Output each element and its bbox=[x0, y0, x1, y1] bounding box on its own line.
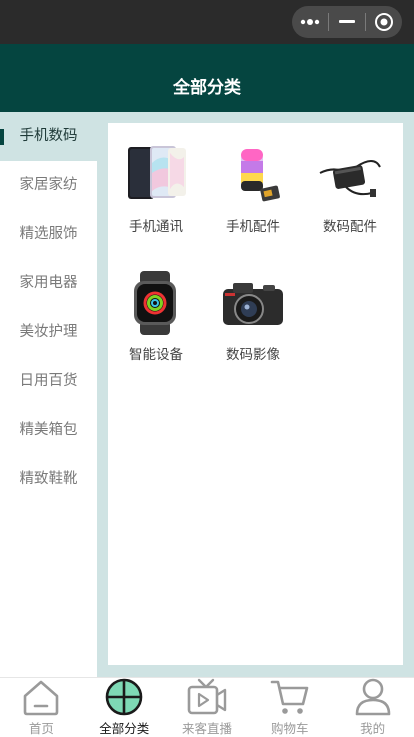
live-video-icon bbox=[187, 678, 227, 715]
power-adapter-image bbox=[319, 160, 381, 197]
page-title: 全部分类 bbox=[173, 78, 241, 98]
subcategory-digital-accessories[interactable]: 数码配件 bbox=[302, 123, 398, 241]
smartwatch-image bbox=[134, 271, 176, 335]
category-sidebar: 手机数码 家居家纺 精选服饰 家用电器 美妆护理 日用百货 精美箱包 精致鞋靴 bbox=[0, 112, 97, 677]
minimize-button[interactable] bbox=[329, 6, 365, 38]
speaker-image bbox=[241, 149, 280, 202]
sidebar-item-home-textiles[interactable]: 家居家纺 bbox=[0, 161, 97, 210]
sidebar-item-label: 家用电器 bbox=[19, 275, 78, 291]
cart-icon bbox=[270, 680, 309, 714]
subcategory-label: 数码影像 bbox=[226, 347, 280, 363]
sidebar-item-bags[interactable]: 精美箱包 bbox=[0, 406, 97, 455]
subcategory-label: 手机通讯 bbox=[129, 219, 183, 235]
page-header: 全部分类 bbox=[0, 44, 414, 112]
minimize-icon bbox=[339, 20, 355, 23]
tab-all-categories[interactable]: 全部分类 bbox=[83, 678, 166, 736]
tab-live[interactable]: 来客直播 bbox=[166, 678, 249, 736]
tab-label: 来客直播 bbox=[181, 721, 232, 736]
user-icon bbox=[355, 678, 390, 716]
sidebar-item-beauty[interactable]: 美妆护理 bbox=[0, 308, 97, 357]
subcategory-label: 智能设备 bbox=[129, 347, 183, 363]
target-close-icon bbox=[375, 13, 393, 31]
subcategory-panel: 手机通讯 手机配件 数码配件 智能设备 数码影像 bbox=[108, 123, 403, 665]
more-options-button[interactable] bbox=[292, 6, 328, 38]
subcategory-digital-imaging[interactable]: 数码影像 bbox=[205, 251, 301, 369]
capsule-menu bbox=[292, 6, 402, 38]
active-indicator bbox=[0, 129, 4, 145]
subcategory-label: 手机配件 bbox=[226, 219, 280, 235]
sidebar-item-label: 精选服饰 bbox=[19, 226, 78, 242]
tab-cart[interactable]: 购物车 bbox=[248, 678, 331, 736]
sidebar-item-label: 精致鞋靴 bbox=[19, 471, 78, 487]
subcategory-label: 数码配件 bbox=[323, 219, 377, 235]
home-icon bbox=[24, 680, 59, 716]
subcategory-phone-accessories[interactable]: 手机配件 bbox=[205, 123, 301, 241]
sidebar-item-label: 美妆护理 bbox=[19, 324, 78, 340]
sidebar-item-label: 日用百货 bbox=[19, 373, 78, 389]
sidebar-item-phone-digital[interactable]: 手机数码 bbox=[0, 112, 97, 161]
tab-label: 首页 bbox=[28, 721, 54, 736]
subcategory-phone[interactable]: 手机通讯 bbox=[108, 123, 204, 241]
tab-profile[interactable]: 我的 bbox=[331, 678, 414, 736]
sidebar-item-apparel[interactable]: 精选服饰 bbox=[0, 210, 97, 259]
sidebar-item-label: 家居家纺 bbox=[19, 177, 78, 193]
tab-label: 全部分类 bbox=[99, 721, 150, 736]
sidebar-item-daily-goods[interactable]: 日用百货 bbox=[0, 357, 97, 406]
sidebar-item-appliances[interactable]: 家用电器 bbox=[0, 259, 97, 308]
category-icon bbox=[105, 678, 143, 716]
smartphone-image bbox=[128, 146, 186, 199]
subcategory-smart-devices[interactable]: 智能设备 bbox=[108, 251, 204, 369]
status-bar bbox=[0, 0, 414, 44]
sidebar-item-label: 手机数码 bbox=[19, 128, 78, 144]
tab-label: 购物车 bbox=[271, 721, 309, 736]
sidebar-item-shoes[interactable]: 精致鞋靴 bbox=[0, 455, 97, 504]
bottom-tab-bar: 首页 全部分类 来客直播 购物车 我的 bbox=[0, 677, 414, 736]
close-miniprogram-button[interactable] bbox=[366, 6, 402, 38]
tab-home[interactable]: 首页 bbox=[0, 678, 83, 736]
camera-image bbox=[223, 283, 283, 325]
sidebar-item-label: 精美箱包 bbox=[19, 422, 78, 438]
tab-label: 我的 bbox=[360, 721, 386, 736]
more-dots-icon bbox=[300, 19, 320, 25]
